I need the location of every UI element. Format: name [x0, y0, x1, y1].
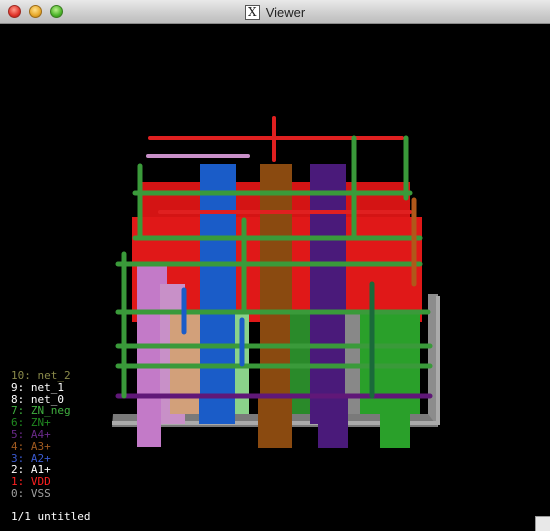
- viewer-canvas[interactable]: 10: net_2 9: net_1 8: net_0 7: ZN_neg 6:…: [0, 24, 550, 531]
- window-title: Viewer: [265, 4, 306, 20]
- title-bar[interactable]: X Viewer: [0, 0, 550, 24]
- viewer-window: X Viewer 10: net_2 9: net_1 8: net_0 7: …: [0, 0, 550, 531]
- legend-item-net-1[interactable]: 9: net_1: [11, 381, 71, 394]
- title-group: X Viewer: [0, 0, 550, 24]
- legend-item-vss[interactable]: 0: VSS: [11, 488, 71, 500]
- legend-item-a4-plus[interactable]: 5: A4+: [11, 429, 71, 441]
- layout-3d-view[interactable]: [0, 24, 550, 531]
- x11-app-icon: X: [244, 4, 260, 20]
- layer-legend: 10: net_2 9: net_1 8: net_0 7: ZN_neg 6:…: [11, 370, 71, 500]
- legend-item-a3-plus[interactable]: 4: A3+: [11, 440, 71, 453]
- status-text: 1/1 untitled: [11, 510, 91, 523]
- resize-grip[interactable]: [535, 516, 550, 531]
